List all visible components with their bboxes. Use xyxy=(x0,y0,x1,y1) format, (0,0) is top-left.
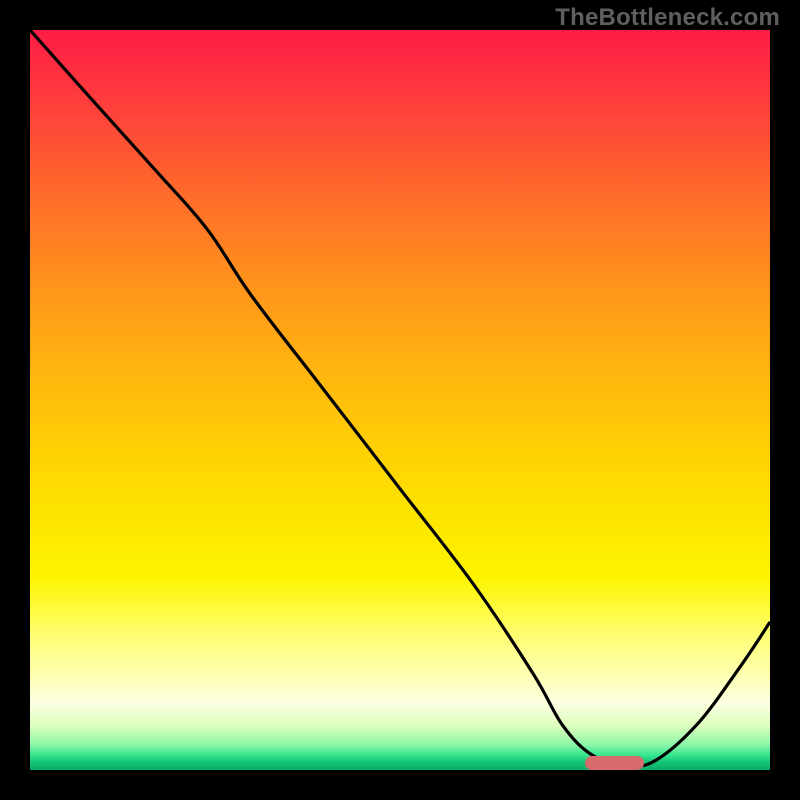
curve-path xyxy=(30,30,770,766)
chart-frame: TheBottleneck.com xyxy=(0,0,800,800)
watermark-text: TheBottleneck.com xyxy=(555,4,780,32)
bottleneck-curve xyxy=(30,30,770,770)
optimal-marker xyxy=(585,756,644,770)
plot-area xyxy=(30,30,770,770)
